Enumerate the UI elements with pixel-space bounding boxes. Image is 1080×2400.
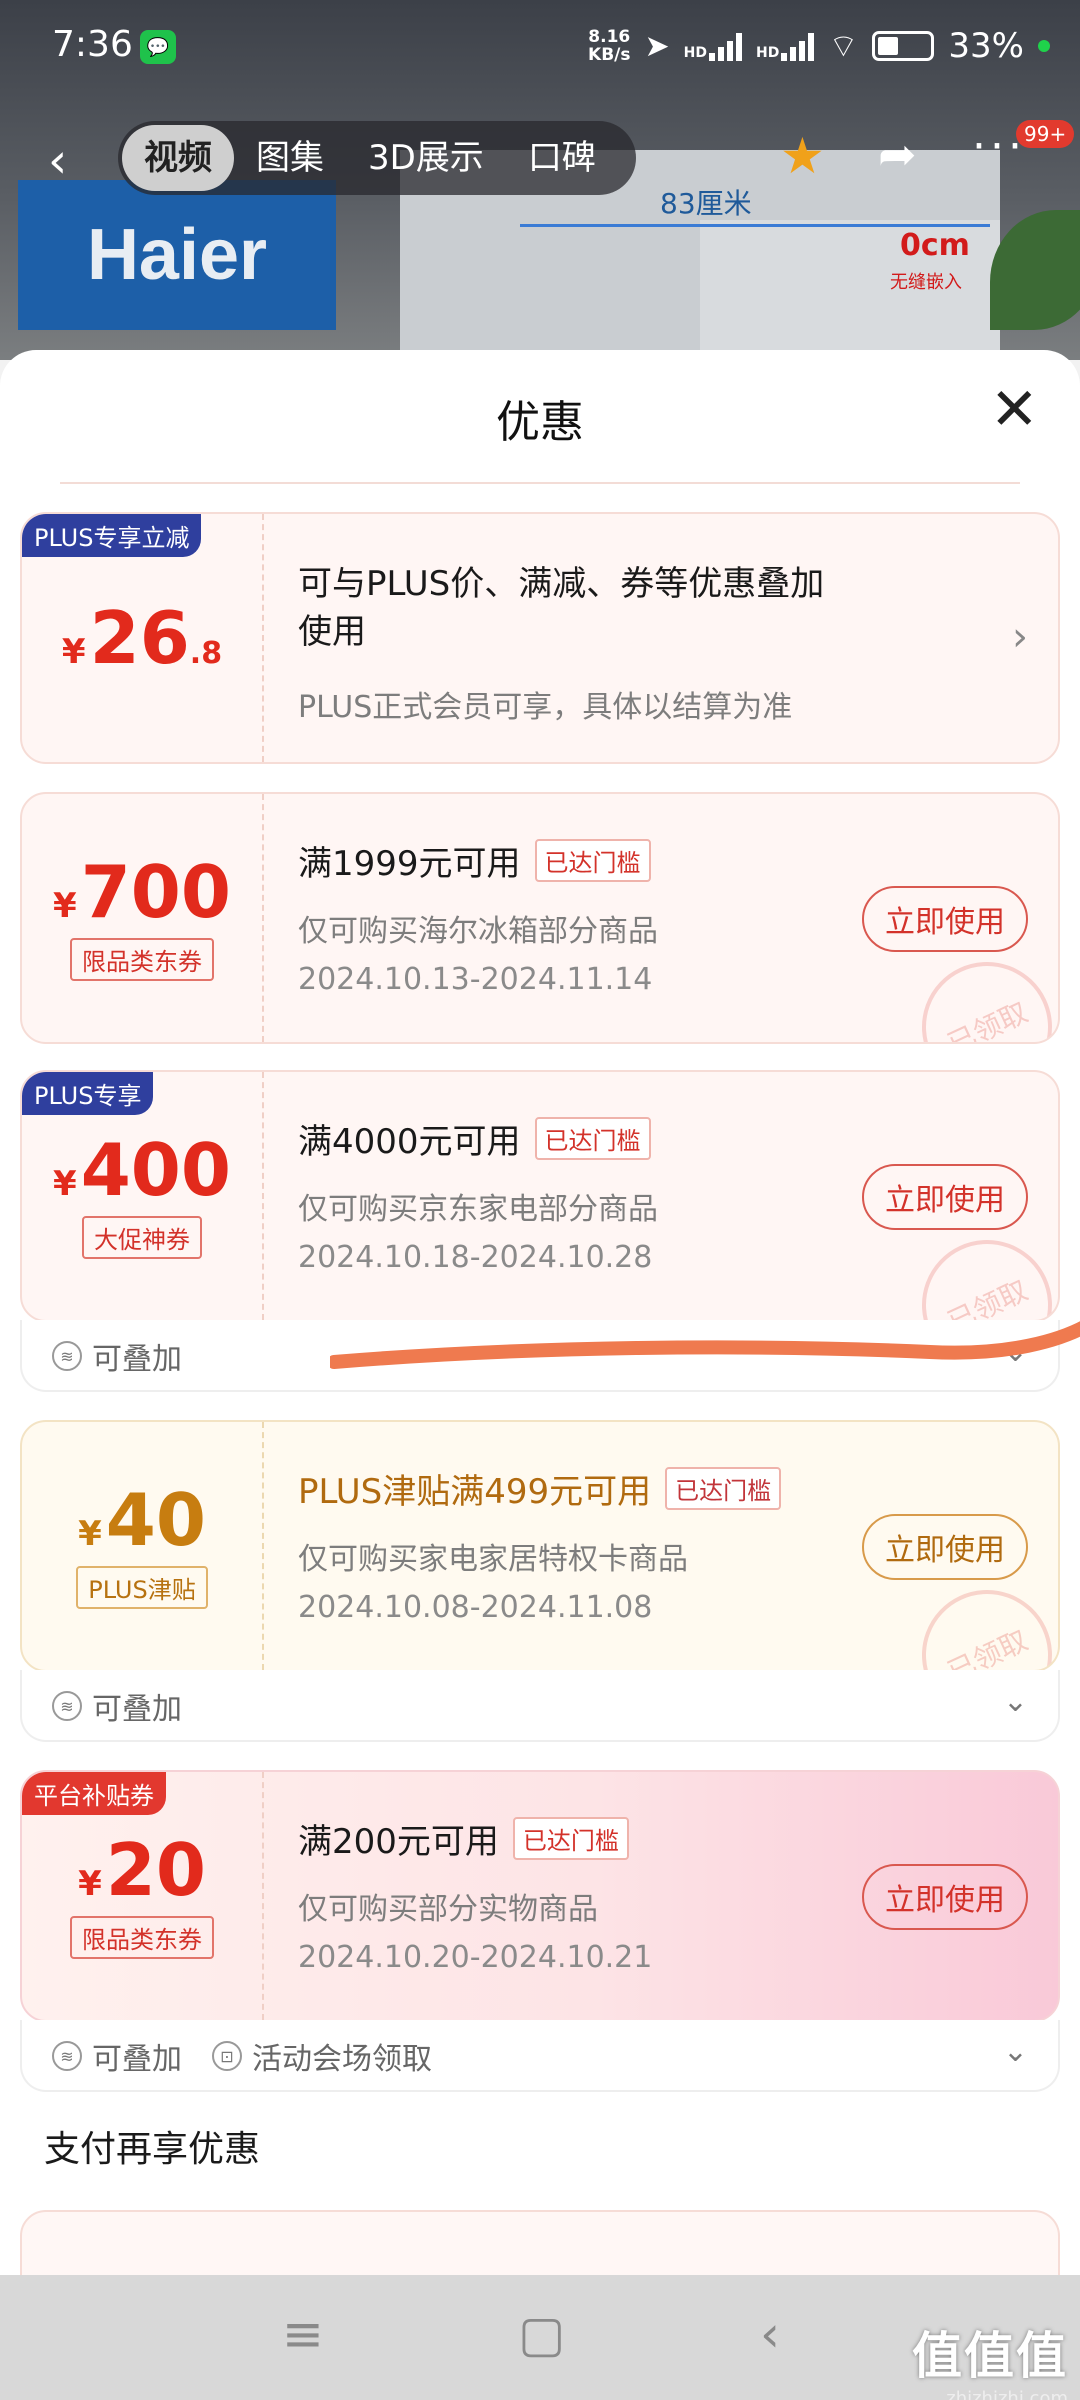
coupon-title: 满4000元可用 已达门槛 xyxy=(298,1114,651,1163)
plus-exclusive-badge: PLUS专享 xyxy=(22,1072,154,1115)
stackable-label: 可叠加 xyxy=(92,2042,182,2077)
plus-discount-card[interactable]: ¥26.8 PLUS专享立减 可与PLUS价、满减、券等优惠叠加 使用 PLUS… xyxy=(20,512,1060,764)
coupon-type-tag: 大促神券 xyxy=(82,1215,202,1259)
dimension-line xyxy=(520,224,990,227)
product-nav-bar: ‹ 视频 图集 3D展示 口碑 ★ ➦ ··· 99+ xyxy=(0,115,1080,205)
coupon-scope: 仅可购买家电家居特权卡商品 xyxy=(298,1542,688,1577)
ticket-icon: ⊡ xyxy=(212,2041,242,2071)
coupon-title: 满200元可用 已达门槛 xyxy=(298,1814,629,1863)
location-icon: ➤ xyxy=(644,28,670,64)
payment-offer-card[interactable] xyxy=(20,2210,1060,2280)
coupon-card: ¥400 大促神券 PLUS专享 满4000元可用 已达门槛 仅可购买京东家电部分… xyxy=(20,1070,1060,1322)
annotation-stroke xyxy=(330,1321,1080,1369)
coupon-type-tag: PLUS津贴 xyxy=(76,1565,208,1609)
coupon-footer[interactable]: ≋ 可叠加 ⊡ 活动会场领取 ⌄ xyxy=(20,2020,1060,2092)
status-dot xyxy=(1038,40,1050,52)
divider xyxy=(60,482,1020,484)
wifi-icon: ⌔ xyxy=(828,27,859,65)
home-icon[interactable]: ▢ xyxy=(518,2305,565,2363)
stackable-icon: ≋ xyxy=(52,1341,82,1371)
claimed-stamp: 已领取 xyxy=(900,940,1058,1042)
platform-subsidy-badge: 平台补贴券 xyxy=(22,1772,166,1815)
watermark: 值值值 zhizhizhi.com xyxy=(912,2327,1068,2400)
signal-1-icon: HD xyxy=(684,31,742,61)
gap-label: 0cm xyxy=(900,228,970,263)
favorite-star-icon[interactable]: ★ xyxy=(780,127,825,185)
network-speed: 8.16 KB/s xyxy=(588,27,631,65)
coupon-validity: 2024.10.18-2024.10.28 xyxy=(298,1240,653,1275)
status-bar: 7:36 💬 8.16 KB/s ➤ HD HD ⌔ 33% xyxy=(0,0,1080,95)
coupon-card: ¥20 限品类东券 平台补贴券 满200元可用 已达门槛 仅可购买部分实物商品 2… xyxy=(20,1770,1060,2022)
battery-icon xyxy=(872,31,935,61)
plant-leaf xyxy=(990,210,1080,330)
share-icon[interactable]: ➦ xyxy=(878,127,917,181)
coupon-footer[interactable]: ≋ 可叠加 ⌄ xyxy=(20,1670,1060,1742)
battery-level: 33% xyxy=(948,26,1024,66)
coupon-amount-area: ¥40 PLUS津贴 xyxy=(22,1422,264,1670)
venue-claim-label: 活动会场领取 xyxy=(252,2042,432,2077)
threshold-met-badge: 已达门槛 xyxy=(534,839,651,882)
message-badge: 99+ xyxy=(1016,120,1075,148)
plus-exclusive-badge: PLUS专享立减 xyxy=(22,514,202,557)
coupon-card: ¥40 PLUS津贴 PLUS津贴满499元可用 已达门槛 仅可购买家电家居特权卡… xyxy=(20,1420,1060,1672)
coupon-scope: 仅可购买京东家电部分商品 xyxy=(298,1192,658,1227)
use-now-button[interactable]: 立即使用 xyxy=(862,1164,1028,1230)
claimed-stamp: 已领取 xyxy=(900,1568,1058,1670)
coupon-scope: 仅可购买海尔冰箱部分商品 xyxy=(298,914,658,949)
coupon-price: ¥20 xyxy=(78,1827,206,1912)
back-arrow-icon[interactable]: ‹ xyxy=(48,133,67,189)
tab-3d[interactable]: 3D展示 xyxy=(346,125,506,191)
tab-video[interactable]: 视频 xyxy=(122,125,234,191)
use-now-button[interactable]: 立即使用 xyxy=(862,886,1028,952)
menu-icon[interactable]: ≡ xyxy=(282,2305,324,2363)
stackable-icon: ≋ xyxy=(52,1691,82,1721)
use-now-button[interactable]: 立即使用 xyxy=(862,1514,1028,1580)
coupon-title: 可与PLUS价、满减、券等优惠叠加 使用 xyxy=(298,564,825,652)
chevron-down-icon[interactable]: ⌄ xyxy=(1003,1684,1028,1719)
coupon-price: ¥26.8 xyxy=(61,596,223,680)
stackable-icon: ≋ xyxy=(52,2041,82,2071)
coupon-validity: 2024.10.20-2024.10.21 xyxy=(298,1940,653,1975)
threshold-met-badge: 已达门槛 xyxy=(665,1467,782,1510)
coupon-price: ¥700 xyxy=(53,849,231,934)
coupon-validity: 2024.10.08-2024.11.08 xyxy=(298,1590,653,1625)
chevron-down-icon[interactable]: ⌄ xyxy=(1003,2034,1028,2069)
coupon-title: PLUS津贴满499元可用 已达门槛 xyxy=(298,1464,782,1513)
threshold-met-badge: 已达门槛 xyxy=(512,1817,629,1860)
use-now-button[interactable]: 立即使用 xyxy=(862,1864,1028,1930)
back-icon[interactable]: ‹ xyxy=(760,2305,780,2363)
coupon-subtitle: PLUS正式会员可享，具体以结算为准 xyxy=(298,690,793,725)
status-time: 7:36 xyxy=(52,24,133,65)
threshold-met-badge: 已达门槛 xyxy=(534,1117,651,1160)
signal-2-icon: HD xyxy=(756,31,815,61)
coupon-scope: 仅可购买部分实物商品 xyxy=(298,1892,598,1927)
coupon-validity: 2024.10.13-2024.11.14 xyxy=(298,962,653,997)
tab-reviews[interactable]: 口碑 xyxy=(506,125,618,191)
coupon-title: 满1999元可用 已达门槛 xyxy=(298,836,651,885)
coupon-price: ¥400 xyxy=(53,1127,231,1212)
gap-note: 无缝嵌入 xyxy=(890,272,962,293)
tab-gallery[interactable]: 图集 xyxy=(234,125,346,191)
wechat-icon: 💬 xyxy=(140,30,176,64)
coupon-type-tag: 限品类东券 xyxy=(70,937,214,981)
coupon-amount-area: ¥700 限品类东券 xyxy=(22,794,264,1042)
pay-discount-heading: 支付再享优惠 xyxy=(44,2129,261,2170)
media-tabs: 视频 图集 3D展示 口碑 xyxy=(118,121,636,195)
close-icon[interactable]: ✕ xyxy=(990,380,1039,438)
coupon-type-tag: 限品类东券 xyxy=(70,1915,214,1959)
chevron-right-icon[interactable]: › xyxy=(1012,614,1028,660)
sheet-title: 优惠 xyxy=(496,397,584,448)
coupon-card: ¥700 限品类东券 满1999元可用 已达门槛 仅可购买海尔冰箱部分商品 202… xyxy=(20,792,1060,1044)
stackable-label: 可叠加 xyxy=(92,1692,182,1727)
stackable-label: 可叠加 xyxy=(92,1342,182,1377)
coupon-price: ¥40 xyxy=(78,1477,206,1562)
